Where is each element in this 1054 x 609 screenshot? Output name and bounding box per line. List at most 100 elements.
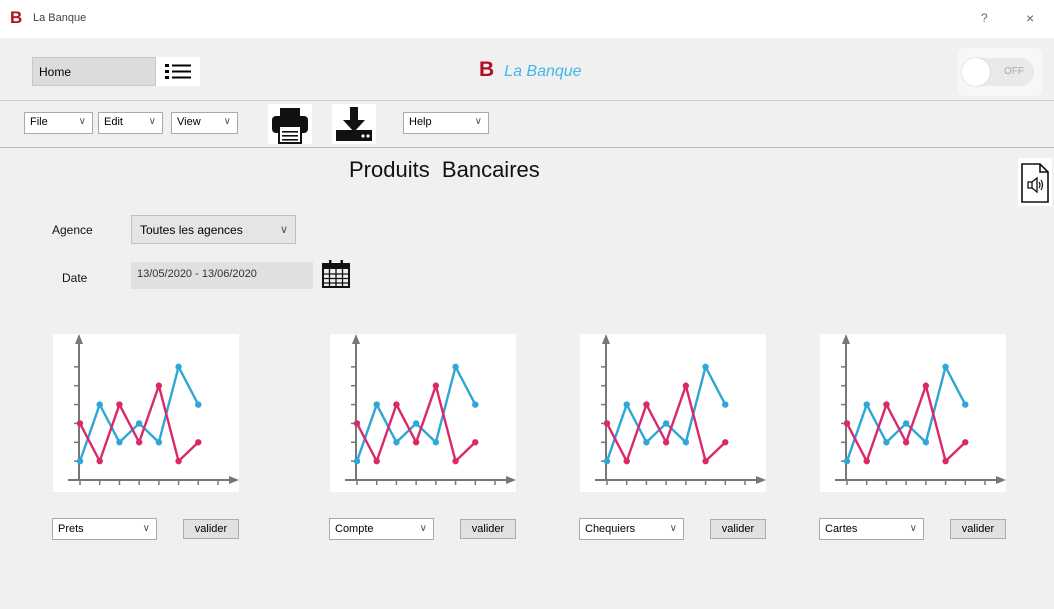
series-point-2 [643,401,650,408]
chevron-down-icon: ∨ [474,116,482,127]
series-point-2 [353,420,361,427]
valider-button-cartes[interactable]: valider [950,519,1006,539]
series-point-2 [962,439,969,446]
list-icon[interactable] [156,57,200,86]
date-label: Date [62,271,88,285]
line-chart [68,334,239,485]
valider-button-prets[interactable]: valider [183,519,239,539]
series-point-1 [682,439,690,446]
edit-menu[interactable]: Edit ∨ [98,112,163,134]
series-point-2 [155,382,163,389]
series-point-1 [662,420,670,427]
menubar: File ∨ Edit ∨ View ∨ Help ∨ [0,101,1054,146]
series-point-1 [843,457,851,465]
series-point-1 [195,401,202,408]
series-point-1 [175,363,182,371]
series-point-2 [902,439,910,446]
series-point-1 [603,457,611,465]
series-point-1 [116,439,123,446]
series-point-1 [922,439,930,446]
series-point-2 [452,457,459,465]
product-select-compte[interactable]: Compte ∨ [329,518,434,540]
series-point-2 [603,420,611,427]
brand-title: B La Banque [479,58,582,82]
y-axis-arrow [842,334,850,344]
series-point-2 [373,457,380,465]
brand-name: La Banque [504,63,582,80]
page-title: Produits Bancaires [349,157,540,182]
y-axis-arrow [352,334,360,344]
product-select-prets[interactable]: Prets ∨ [52,518,157,540]
chevron-down-icon: ∨ [223,116,231,127]
brand-letter: B [479,58,495,81]
series-point-2 [662,439,670,446]
series-point-1 [353,457,361,465]
series-point-1 [135,420,143,427]
series-point-2 [135,439,143,446]
close-window-button[interactable]: × [1026,10,1034,26]
product-select-cartes[interactable]: Cartes ∨ [819,518,924,540]
series-point-1 [155,439,163,446]
calendar-icon[interactable] [321,259,351,289]
series-point-1 [702,363,709,371]
series-point-2 [472,439,479,446]
product-select-value: Chequiers [585,523,636,535]
help-title-button[interactable]: ? [981,11,988,25]
download-icon[interactable] [332,104,376,144]
series-point-2 [942,457,949,465]
agence-select-value: Toutes les agences [140,223,243,237]
chevron-down-icon: ∨ [669,523,677,534]
home-field[interactable]: Home [32,57,156,86]
help-menu[interactable]: Help ∨ [403,112,489,134]
chart-card-prets [53,334,239,492]
series-point-2 [843,420,851,427]
chevron-down-icon: ∨ [142,523,150,534]
y-axis-arrow [75,334,83,344]
agence-select[interactable]: Toutes les agences ∨ [131,215,296,244]
valider-button-compte[interactable]: valider [460,519,516,539]
x-axis-arrow [506,476,516,484]
chevron-down-icon: ∨ [419,523,427,534]
view-menu[interactable]: View ∨ [171,112,238,134]
series-point-2 [96,457,103,465]
series-point-1 [902,420,910,427]
x-axis-arrow [996,476,1006,484]
series-point-1 [393,439,400,446]
agence-label: Agence [52,223,93,237]
series-point-2 [682,382,690,389]
series-point-2 [722,439,729,446]
printer-icon[interactable] [268,104,312,144]
product-select-value: Cartes [825,523,858,535]
series-point-1 [452,363,459,371]
series-line-1 [605,363,727,462]
valider-button-chequiers[interactable]: valider [710,519,766,539]
series-point-2 [702,457,709,465]
series-point-2 [922,382,930,389]
file-menu[interactable]: File ∨ [24,112,93,134]
header-bar: Home B La Banque OFF [0,38,1054,100]
series-point-1 [962,401,969,408]
series-point-1 [722,401,729,408]
series-point-1 [76,457,84,465]
line-chart [345,334,516,485]
y-axis-arrow [602,334,610,344]
divider [0,147,1054,148]
x-axis-arrow [756,476,766,484]
series-point-2 [883,401,890,408]
series-point-2 [393,401,400,408]
series-point-1 [883,439,890,446]
series-point-1 [643,439,650,446]
audio-document-icon[interactable] [1018,158,1052,206]
chevron-down-icon: ∨ [148,116,156,127]
series-point-2 [175,457,182,465]
series-line-1 [355,363,477,462]
series-point-1 [412,420,420,427]
date-range-field[interactable]: 13/05/2020 - 13/06/2020 [131,262,313,289]
series-point-2 [195,439,202,446]
series-point-1 [96,401,103,408]
chart-card-cartes [820,334,1006,492]
app-logo-icon: B [10,8,23,27]
toggle-switch[interactable]: OFF [958,48,1042,96]
product-select-chequiers[interactable]: Chequiers ∨ [579,518,684,540]
product-select-value: Compte [335,523,374,535]
